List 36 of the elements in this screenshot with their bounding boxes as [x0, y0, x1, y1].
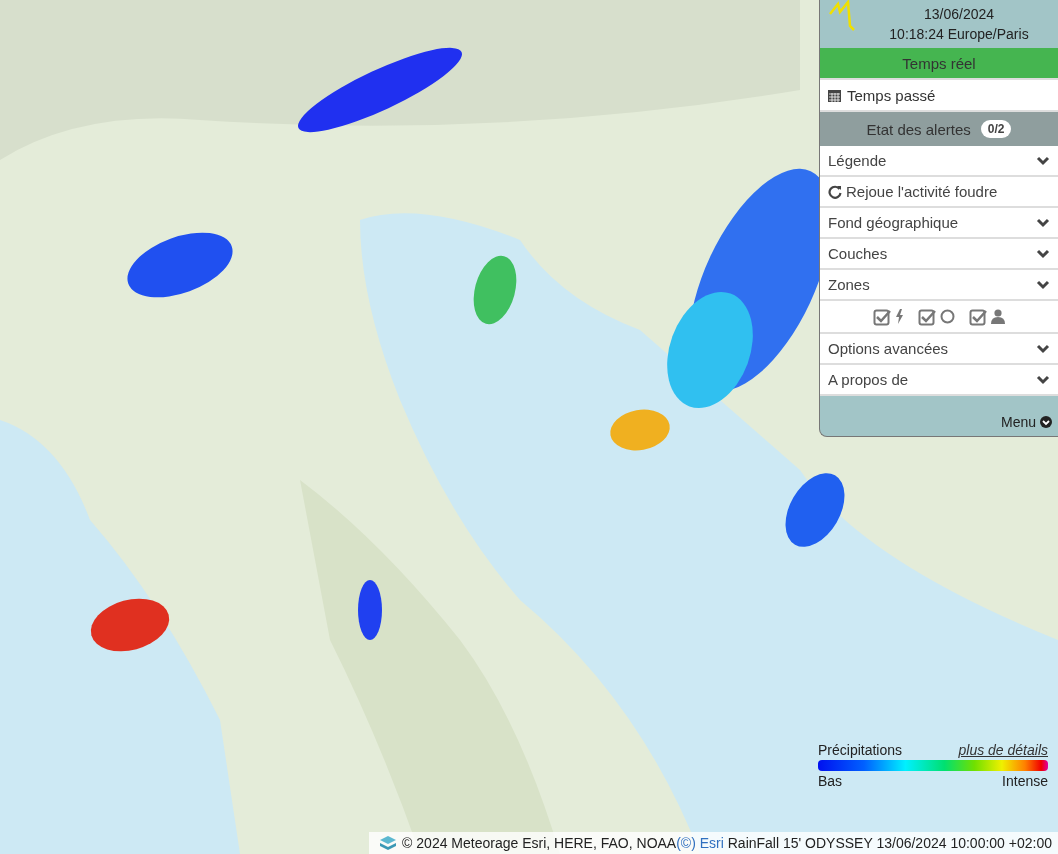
menu-dropdown[interactable]: A propos de: [820, 365, 1058, 396]
details-link[interactable]: plus de détails: [958, 742, 1048, 758]
filter-toggle[interactable]: [969, 307, 1005, 326]
chevron-icon: [1036, 217, 1050, 228]
layers-icon: [379, 835, 398, 851]
filter-toggle[interactable]: [918, 307, 955, 326]
scale-high-label: Intense: [1002, 773, 1048, 789]
refresh-icon: [828, 184, 842, 199]
menu-button[interactable]: Menu: [1000, 414, 1052, 430]
mode-button[interactable]: Temps passé: [820, 80, 1058, 112]
chevron-icon: [1036, 374, 1050, 385]
chevron-icon: [1036, 279, 1050, 290]
circle-icon: [940, 309, 955, 324]
menu-dropdown[interactable]: Zones: [820, 270, 1058, 301]
chevron-icon: [1036, 343, 1050, 354]
scale-low-label: Bas: [818, 773, 843, 789]
chevron-icon: [1036, 155, 1050, 166]
chevron-icon: [1036, 248, 1050, 259]
lightning-icon: [895, 309, 904, 324]
menu-dropdown[interactable]: Fond géographique: [820, 208, 1058, 239]
date-text: 13/06/2024: [923, 5, 995, 24]
time-text: 10:18:24 Europe/Paris: [889, 25, 1029, 44]
esri-link[interactable]: (©) Esri: [676, 835, 724, 851]
chevron-circle-icon: [1040, 416, 1052, 428]
replay-button[interactable]: Rejoue l'activité foudre: [820, 177, 1058, 208]
menu-dropdown[interactable]: Légende: [820, 146, 1058, 177]
menu-dropdown[interactable]: Couches: [820, 239, 1058, 270]
legend-title: Précipitations: [818, 742, 903, 758]
alerts-button[interactable]: Etat des alertes 0/2: [820, 112, 1058, 146]
menu-dropdown[interactable]: Options avancées: [820, 334, 1058, 365]
filter-toggle[interactable]: [873, 307, 904, 326]
calendar-icon: [828, 88, 841, 102]
alert-count: 0/2: [980, 120, 1012, 138]
attribution-text: © 2024 Meteorage Esri, HERE, FAO, NOAA(©) Esri RainFall 15' ODYSSEY 13/06/2024 10:00:00 +02:00: [402, 835, 1052, 851]
person-icon: [991, 309, 1005, 324]
mode-button[interactable]: Temps réel: [820, 48, 1058, 80]
